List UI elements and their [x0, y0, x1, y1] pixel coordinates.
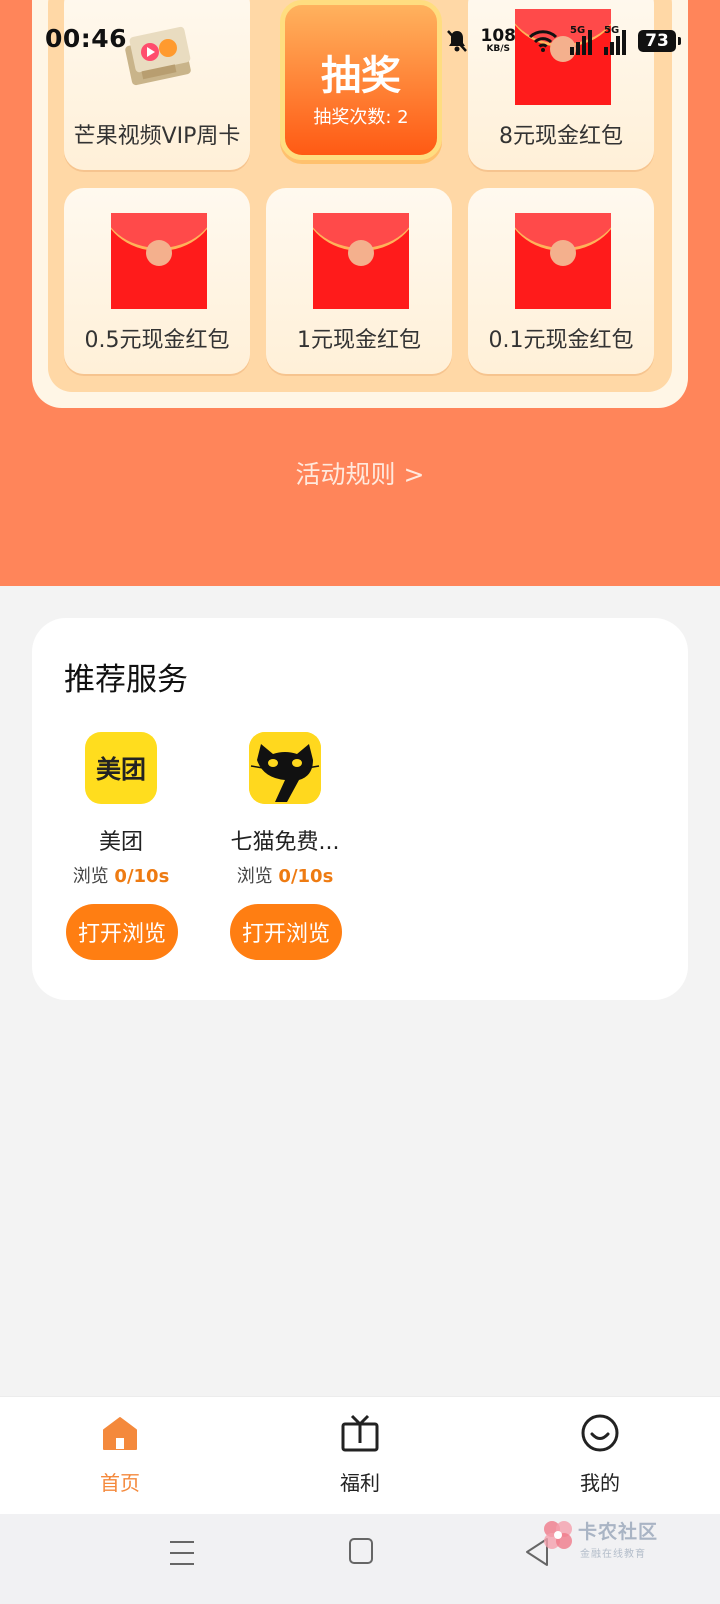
red-envelope-icon [111, 213, 207, 309]
watermark-subtitle: 金融在线教育 [580, 1549, 646, 1560]
tab-label: 我的 [580, 1471, 620, 1495]
network-speed-unit: KB/S [486, 44, 511, 54]
watermark-title: 卡农社区 [578, 1521, 659, 1543]
service-item-qimao: 七猫免费... 浏览 0/10s 打开浏览 [220, 732, 350, 972]
prize-cell-0-5-yuan: 0.5元现金红包 [64, 188, 250, 374]
kanong-logo-icon [544, 1521, 572, 1549]
browse-label: 浏览 [72, 866, 109, 887]
network-speed-value: 108 [480, 26, 517, 46]
prize-label: 8元现金红包 [499, 124, 623, 149]
prize-label: 芒果视频VIP周卡 [73, 124, 241, 149]
browse-label: 浏览 [236, 866, 273, 887]
network-speed: 108 KB/S [481, 28, 517, 54]
wifi-icon [528, 30, 558, 52]
service-item-meituan: 美团 美团 浏览 0/10s 打开浏览 [56, 732, 186, 972]
open-browse-button[interactable]: 打开浏览 [66, 904, 178, 960]
home-icon [103, 1417, 137, 1450]
status-icons: 108 KB/S 5G 5G 73 [445, 25, 681, 56]
sim2-label: 5G [604, 25, 620, 36]
top-banner-area: 芒果视频VIP周卡 抽奖 抽奖次数: 2 8元现金红包 0.5元现金红包 1元现… [0, 0, 720, 586]
recommended-services-card: 推荐服务 美团 美团 浏览 0/10s 打开浏览 七猫免费... 浏览 0/10… [32, 618, 688, 1000]
prize-cell-1-yuan: 1元现金红包 [266, 188, 452, 374]
activity-rules-link[interactable]: 活动规则 > [0, 455, 720, 491]
bottom-tab-bar: 首页 福利 我的 [0, 1396, 720, 1514]
tv-icon [341, 1414, 379, 1452]
status-bar: 00:46 108 KB/S 5G 5G 73 [0, 0, 720, 80]
mute-bell-icon [446, 30, 467, 52]
home-nav-icon[interactable] [348, 1536, 374, 1566]
sim1-label: 5G [570, 25, 586, 36]
watermark: 卡农社区 金融在线教育 [540, 1517, 670, 1567]
cellular-signal-icon: 5G [604, 25, 626, 55]
tab-mine[interactable]: 我的 [540, 1413, 660, 1503]
smile-icon [581, 1414, 619, 1452]
tab-label: 福利 [340, 1471, 380, 1495]
prize-label: 1元现金红包 [297, 328, 421, 353]
app-name: 七猫免费... [230, 830, 340, 855]
red-envelope-icon [515, 213, 611, 309]
battery-level: 73 [645, 31, 669, 51]
browse-progress-value: 0/10s [114, 866, 170, 887]
section-title: 推荐服务 [64, 662, 188, 698]
draw-count-text: 抽奖次数: 2 [313, 107, 409, 128]
open-browse-button[interactable]: 打开浏览 [230, 904, 342, 960]
tab-label: 首页 [100, 1471, 140, 1495]
battery-icon: 73 [638, 30, 681, 52]
meituan-app-icon[interactable]: 美团 [85, 732, 157, 804]
prize-cell-0-1-yuan: 0.1元现金红包 [468, 188, 654, 374]
browse-progress: 浏览 0/10s [220, 862, 350, 888]
meituan-logo-text: 美团 [95, 755, 146, 784]
prize-label: 0.5元现金红包 [84, 328, 230, 353]
menu-icon[interactable] [168, 1536, 196, 1570]
red-envelope-icon [313, 213, 409, 309]
app-name: 美团 [98, 830, 143, 855]
status-time: 00:46 [45, 24, 128, 53]
tab-welfare[interactable]: 福利 [300, 1413, 420, 1503]
cellular-signal-icon: 5G [570, 25, 592, 55]
browse-progress-value: 0/10s [278, 866, 334, 887]
cat-seven-icon[interactable] [249, 732, 321, 804]
tab-home[interactable]: 首页 [60, 1413, 180, 1503]
browse-progress: 浏览 0/10s [56, 862, 186, 888]
prize-label: 0.1元现金红包 [488, 328, 634, 353]
